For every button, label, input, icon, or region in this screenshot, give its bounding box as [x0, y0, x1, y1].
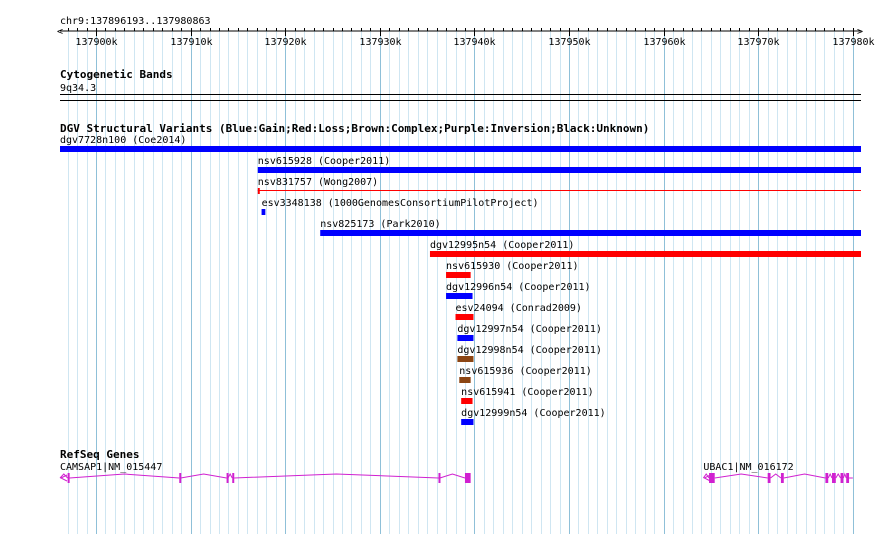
variant-label: nsv825173 (Park2010) [320, 219, 440, 230]
variant-label: dgv12998n54 (Cooper2011) [457, 345, 602, 356]
variant-label: esv3348138 (1000GenomesConsortiumPilotPr… [262, 198, 539, 209]
exon-block [232, 473, 235, 483]
gene-label: UBAC1|NM_016172 [703, 462, 793, 473]
variant-feature[interactable]: dgv12997n54 (Cooper2011) [457, 324, 602, 341]
intron-line [827, 472, 833, 479]
intron-line [234, 473, 439, 479]
exon-block [825, 473, 829, 483]
variant-feature[interactable]: dgv12999n54 (Cooper2011) [461, 408, 606, 425]
intron-line [783, 473, 826, 479]
variant-bar [257, 167, 861, 173]
variant-feature[interactable]: esv3348138 (1000GenomesConsortiumPilotPr… [261, 198, 539, 215]
variant-label: nsv615930 (Cooper2011) [446, 261, 578, 272]
exon-block [840, 473, 844, 483]
cytoband-title: Cytogenetic Bands [60, 68, 173, 81]
ruler-tick-label: 137950k [548, 37, 590, 48]
variant-label: dgv12997n54 (Cooper2011) [457, 324, 602, 335]
variant-feature[interactable]: dgv12998n54 (Cooper2011) [457, 345, 602, 362]
gene-model[interactable]: CAMSAP1|NM_015447 [59, 462, 471, 483]
intron-line [835, 473, 841, 479]
variant-bar [60, 146, 861, 152]
variant-bar [459, 377, 471, 383]
ruler-left-arrow: < [57, 27, 63, 38]
variant-bar [457, 356, 474, 362]
ruler-right-arrow: > [857, 27, 863, 38]
genome-browser: chr9:137896193..137980863 < > 137900k 137… [57, 16, 875, 534]
variant-label: dgv12995n54 (Cooper2011) [430, 240, 575, 251]
ruler-tick-label: 137920k [264, 37, 306, 48]
intron-line [770, 473, 782, 479]
variant-label: nsv831757 (Wong2007) [258, 177, 378, 188]
exon-block [464, 473, 471, 483]
variant-label: dgv7728n100 (Coe2014) [60, 135, 186, 146]
variant-label: nsv615936 (Cooper2011) [459, 366, 591, 377]
variant-feature[interactable]: nsv615936 (Cooper2011) [459, 366, 592, 383]
exon-block [767, 473, 771, 483]
variant-bar [320, 230, 862, 236]
refseq-title: RefSeq Genes [60, 448, 139, 461]
exon-block [832, 473, 836, 483]
variant-label: esv24094 (Conrad2009) [456, 303, 582, 314]
variant-feature[interactable]: dgv7728n100 (Coe2014) [60, 135, 861, 152]
variant-bar [461, 419, 474, 425]
ruler-tick-label: 137970k [737, 37, 779, 48]
variant-bar [261, 209, 266, 215]
variant-feature[interactable]: nsv825173 (Park2010) [320, 219, 862, 236]
dgv-track: DGV Structural Variants (Blue:Gain;Red:L… [60, 122, 862, 425]
variant-line-start [257, 188, 260, 194]
cytoband-label: 9q34.3 [60, 83, 96, 94]
ruler-tick-label: 137940k [453, 37, 495, 48]
variant-bar [429, 251, 861, 257]
variant-label: dgv12996n54 (Cooper2011) [446, 282, 591, 293]
region-label: chr9:137896193..137980863 [60, 16, 211, 27]
dgv-track-title: DGV Structural Variants (Blue:Gain;Red:L… [60, 122, 649, 135]
variant-bar [455, 314, 474, 320]
variant-feature[interactable]: nsv615941 (Cooper2011) [461, 387, 594, 404]
variant-label: nsv615928 (Cooper2011) [258, 156, 390, 167]
dgv-features: dgv7728n100 (Coe2014) nsv615928 (Cooper20… [60, 135, 862, 425]
gene-model[interactable]: UBAC1|NM_016172 [702, 462, 853, 483]
variant-bar [461, 398, 473, 404]
exon-block [780, 473, 784, 483]
exon-block [709, 473, 715, 483]
variant-feature[interactable]: nsv831757 (Wong2007) [257, 177, 861, 194]
variant-bar [446, 293, 473, 299]
exon-block [67, 473, 70, 483]
ruler-tick-label: 137930k [359, 37, 401, 48]
cytoband-track: Cytogenetic Bands 9q34.3 [60, 68, 861, 101]
gene-label: CAMSAP1|NM_015447 [60, 462, 162, 473]
ruler-tick-label: 137980k [832, 37, 874, 48]
ruler-tick-label: 137900k [75, 37, 117, 48]
variant-feature[interactable]: nsv615928 (Cooper2011) [257, 156, 861, 173]
variant-bar [446, 272, 471, 278]
intron-line [59, 473, 68, 479]
intron-line [439, 473, 466, 479]
variant-bar [457, 335, 474, 341]
ruler-tick-label: 137960k [643, 37, 685, 48]
ruler-tick-label: 137910k [170, 37, 212, 48]
variant-feature[interactable]: dgv12996n54 (Cooper2011) [446, 282, 591, 299]
variant-label: dgv12999n54 (Cooper2011) [461, 408, 606, 419]
exon-block [846, 473, 850, 483]
variant-label: nsv615941 (Cooper2011) [461, 387, 593, 398]
intron-line [714, 473, 768, 479]
